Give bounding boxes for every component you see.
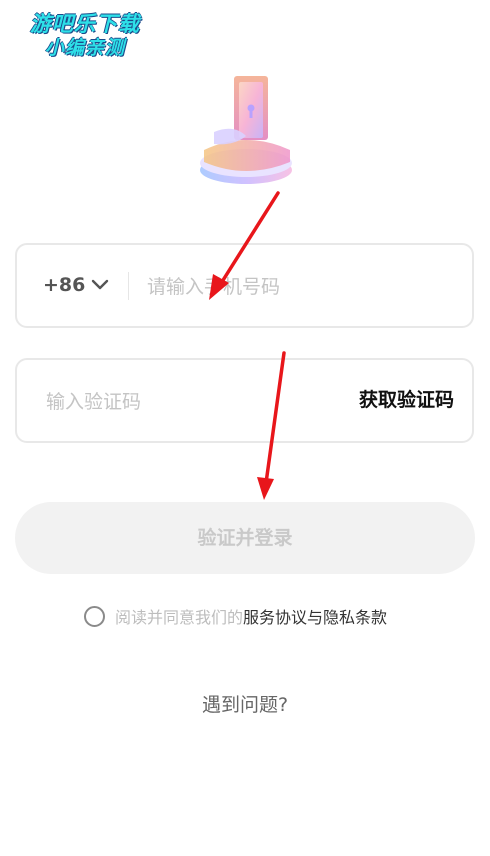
agreement-checkbox[interactable] [84, 606, 105, 627]
agreement-prefix: 阅读并同意我们的 [115, 608, 244, 627]
verification-code-field: 获取验证码 [15, 358, 474, 443]
phone-field: +86 [15, 243, 474, 328]
chevron-down-icon[interactable] [91, 276, 109, 294]
get-code-button[interactable]: 获取验证码 [359, 360, 454, 441]
watermark: 游吧乐下载 小编亲测 [10, 12, 160, 60]
agreement-row: 阅读并同意我们的服务协议与隐私条款 [84, 604, 387, 632]
field-divider [128, 272, 129, 300]
verify-login-button[interactable]: 验证并登录 [15, 502, 475, 574]
country-code-selector[interactable]: +86 [43, 245, 85, 326]
help-link[interactable]: 遇到问题? [0, 690, 490, 717]
terms-privacy-link[interactable]: 服务协议与隐私条款 [243, 608, 387, 627]
verification-code-input[interactable] [44, 360, 328, 443]
watermark-line2: 小编亲测 [44, 37, 125, 59]
phone-number-input[interactable] [145, 245, 449, 328]
watermark-line1: 游吧乐下载 [30, 12, 140, 36]
app-logo-icon [200, 76, 292, 184]
